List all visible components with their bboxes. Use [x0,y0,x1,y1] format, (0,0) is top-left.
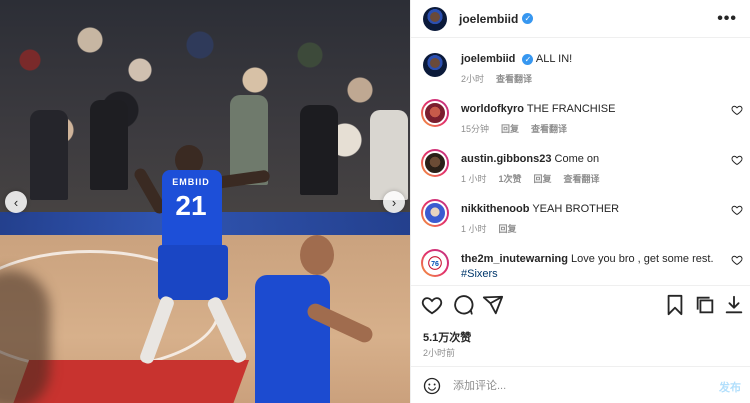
heart-icon[interactable] [731,154,743,166]
translate-link[interactable]: 查看翻译 [531,122,567,135]
comment-username[interactable]: austin.gibbons23 [461,153,551,165]
reply-link[interactable]: 回复 [534,172,552,185]
reply-link[interactable]: 回复 [501,122,519,135]
like-heart-icon[interactable] [421,294,443,316]
translate-link[interactable]: 查看翻译 [564,172,600,185]
player-shorts [158,245,228,300]
fan [300,105,338,195]
chevron-left-icon: ‹ [13,194,19,210]
comment-text: austin.gibbons23 Come on [461,152,729,167]
player-head [300,235,334,275]
comment-body: Love you bro , get some rest. [571,253,714,265]
fan [370,110,408,200]
copy-icon[interactable] [694,294,716,316]
jersey-number: 21 [175,190,207,221]
post-header: joelembiid ✓ ••• [411,0,750,38]
verified-badge-icon: ✓ [522,54,534,65]
post-comment-button[interactable]: 发布 [719,379,741,395]
comment-body: THE FRANCHISE [526,103,616,115]
post-time: 2小时前 [423,348,456,358]
like-count[interactable]: 5.1万次赞 [423,329,471,345]
comments-list[interactable]: joelembiid ✓ ALL IN! 2小时 查看翻译 worldofkyr… [411,45,750,285]
comment-time: 1 小时 [461,174,487,184]
post-photo[interactable]: EMBIID 21 ‹ › [0,0,410,403]
caption-body: ALL IN! [535,53,573,65]
comment-username[interactable]: the2m_inutewarning [461,253,568,265]
download-icon[interactable] [723,294,745,316]
chevron-right-icon: › [391,194,397,210]
caption-meta: 2小时 查看翻译 [461,72,532,85]
emoji-icon[interactable] [423,377,441,395]
comment-username[interactable]: worldofkyro [461,103,524,115]
comment-text: nikkithenoob YEAH BROTHER [461,202,729,217]
svg-text:76: 76 [431,261,439,268]
action-bar [411,285,750,323]
caption-username[interactable]: joelembiid [461,53,515,65]
hashtag-link[interactable]: #Sixers [461,268,498,280]
previous-photo-button[interactable]: ‹ [5,191,27,213]
foreground-blur [0,270,50,403]
comment-body: YEAH BROTHER [532,203,620,215]
comment-meta: 15分钟 回复 查看翻译 [461,122,567,135]
post-details-panel: joelembiid ✓ ••• joelembiid ✓ ALL IN! 2小… [410,0,750,403]
avatar[interactable]: 76 [421,249,449,277]
player-jersey [255,275,330,403]
player-teammate [245,235,376,403]
caption-text: joelembiid ✓ ALL IN! [461,52,729,67]
avatar[interactable] [421,99,449,127]
reply-link[interactable]: 回复 [499,222,517,235]
comment-time: 15分钟 [461,124,490,134]
translate-link[interactable]: 查看翻译 [496,72,532,85]
heart-icon[interactable] [731,254,743,266]
header-username[interactable]: joelembiid [459,12,518,26]
sixers-logo-icon: 76 [428,256,442,270]
share-send-icon[interactable] [482,294,504,316]
avatar[interactable] [423,6,447,31]
bookmark-icon[interactable] [664,294,686,316]
verified-badge-icon: ✓ [522,13,534,24]
comment-input[interactable] [453,376,683,396]
comment-composer: 发布 [411,366,750,403]
jersey-name: EMBIID [172,177,210,187]
comment-text: worldofkyro THE FRANCHISE [461,102,729,117]
fan [90,100,128,190]
comment-text: the2m_inutewarning Love you bro , get so… [461,252,729,282]
avatar[interactable] [421,199,449,227]
comment-likes[interactable]: 1次赞 [499,172,522,185]
next-photo-button[interactable]: › [383,191,405,213]
heart-icon[interactable] [731,204,743,216]
comment-bubble-icon[interactable] [452,294,474,316]
comment-time: 1 小时 [461,224,487,234]
comment-meta: 1 小时 回复 [461,222,517,235]
player-embiid: EMBIID 21 [132,145,271,375]
comment-meta: 1 小时 1次赞 回复 查看翻译 [461,172,600,185]
caption-time: 2小时 [461,74,485,84]
fan [30,110,68,200]
avatar[interactable] [421,149,449,177]
heart-icon[interactable] [731,104,743,116]
avatar[interactable] [423,53,447,77]
comment-body: Come on [554,153,600,165]
more-options-icon[interactable]: ••• [717,10,737,28]
comment-username[interactable]: nikkithenoob [461,203,529,215]
